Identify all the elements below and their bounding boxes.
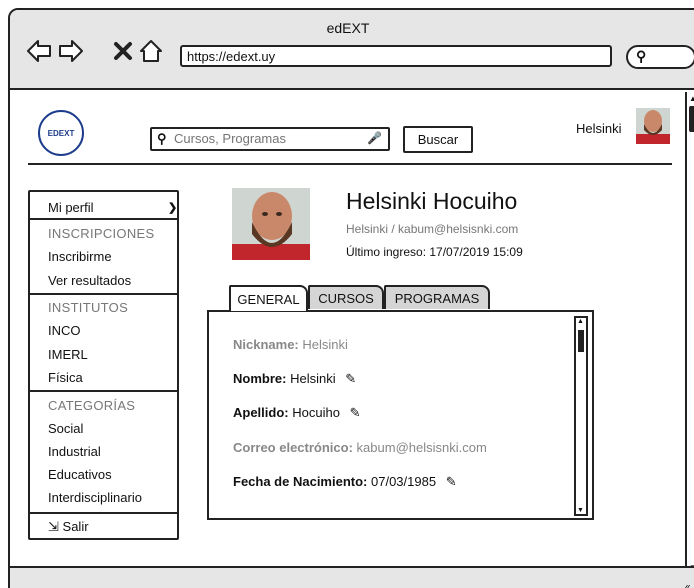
page-scrollbar[interactable]: ▲ ▼ bbox=[685, 92, 694, 574]
tab-general[interactable]: GENERAL bbox=[229, 285, 308, 311]
last-login: Último ingreso: 17/07/2019 15:09 bbox=[346, 245, 523, 259]
microphone-icon[interactable]: 🎤 bbox=[367, 131, 382, 145]
logo-text: EDEXT bbox=[47, 128, 75, 138]
sidebar-item-ver-resultados[interactable]: Ver resultados bbox=[48, 273, 131, 288]
sidebar-item-label: Salir bbox=[62, 519, 89, 534]
address-bar[interactable]: https://edext.uy bbox=[180, 45, 612, 67]
scroll-thumb[interactable] bbox=[689, 106, 694, 132]
header-divider bbox=[28, 163, 672, 165]
edit-icon[interactable]: ✎ bbox=[350, 405, 361, 421]
nickname-value: Helsinki bbox=[302, 337, 348, 352]
sign-out-icon: ⇲ bbox=[48, 519, 59, 534]
search-field[interactable]: ⚲ 🎤 bbox=[150, 127, 390, 151]
field-nombre: Nombre: Helsinki ✎ bbox=[233, 371, 356, 387]
general-panel: Nickname: Helsinki Nombre: Helsinki ✎ Ap… bbox=[207, 310, 594, 520]
profile-name: Helsinki Hocuiho bbox=[346, 188, 518, 214]
status-bar bbox=[10, 566, 694, 588]
sidebar-divider bbox=[30, 293, 177, 295]
fecha-label: Fecha de Nacimiento: bbox=[233, 474, 368, 489]
tab-programas[interactable]: PROGRAMAS bbox=[384, 285, 490, 309]
field-apellido: Apellido: Hocuiho ✎ bbox=[233, 405, 360, 421]
correo-label: Correo electrónico: bbox=[233, 440, 353, 455]
field-correo: Correo electrónico: kabum@helsisnki.com bbox=[233, 440, 487, 455]
sidebar-header-categorias: CATEGORÍAS bbox=[48, 398, 136, 413]
sidebar-item-industrial[interactable]: Industrial bbox=[48, 444, 101, 459]
edit-icon[interactable]: ✎ bbox=[345, 371, 356, 387]
close-icon[interactable] bbox=[110, 38, 136, 64]
search-icon: ⚲ bbox=[157, 131, 167, 146]
edext-logo[interactable]: EDEXT bbox=[38, 110, 84, 156]
browser-chrome: edEXT https://edext.uy ⚲ bbox=[10, 10, 694, 90]
chevron-right-icon[interactable]: ❯ bbox=[168, 201, 177, 214]
sidebar-item-social[interactable]: Social bbox=[48, 421, 83, 436]
field-fecha-nacimiento: Fecha de Nacimiento: 07/03/1985 ✎ bbox=[233, 474, 457, 490]
sidebar-header-inscripciones: INSCRIPCIONES bbox=[48, 226, 155, 241]
edit-icon[interactable]: ✎ bbox=[446, 474, 457, 490]
sidebar-item-interdisciplinario[interactable]: Interdisciplinario bbox=[48, 490, 142, 505]
sidebar-item-inco[interactable]: INCO bbox=[48, 323, 81, 338]
sidebar-item-imerl[interactable]: IMERL bbox=[48, 347, 88, 362]
apellido-value: Hocuiho bbox=[292, 405, 340, 420]
sidebar-item-inscribirme[interactable]: Inscribirme bbox=[48, 249, 112, 264]
window-title: edEXT bbox=[326, 20, 370, 36]
nombre-label: Nombre: bbox=[233, 371, 287, 386]
correo-value: kabum@helsisnki.com bbox=[356, 440, 487, 455]
sidebar-item-salir[interactable]: ⇲ Salir bbox=[48, 519, 89, 535]
nombre-value: Helsinki bbox=[290, 371, 336, 386]
scroll-up-icon[interactable]: ▲ bbox=[689, 94, 694, 103]
profile-subtitle: Helsinki / kabum@helsisnki.com bbox=[346, 222, 519, 236]
panel-scrollbar[interactable]: ▲ ▼ bbox=[574, 316, 588, 516]
home-icon[interactable] bbox=[138, 38, 164, 64]
apellido-label: Apellido: bbox=[233, 405, 289, 420]
nickname-label: Nickname: bbox=[233, 337, 299, 352]
scroll-thumb[interactable] bbox=[578, 330, 584, 352]
scroll-up-icon[interactable]: ▲ bbox=[577, 318, 584, 325]
sidebar-item-mi-perfil[interactable]: Mi perfil bbox=[48, 200, 94, 215]
tab-cursos[interactable]: CURSOS bbox=[308, 285, 384, 309]
search-icon: ⚲ bbox=[636, 48, 647, 64]
sidebar-item-educativos[interactable]: Educativos bbox=[48, 467, 112, 482]
fecha-value: 07/03/1985 bbox=[371, 474, 437, 489]
search-button[interactable]: Buscar bbox=[403, 126, 473, 153]
scroll-down-icon[interactable]: ▼ bbox=[577, 507, 584, 514]
browser-search-box[interactable]: ⚲ bbox=[626, 45, 694, 69]
avatar[interactable] bbox=[636, 108, 670, 144]
sidebar-divider bbox=[30, 218, 177, 220]
header-user-name[interactable]: Helsinki bbox=[576, 121, 622, 136]
back-arrow-icon[interactable] bbox=[26, 38, 52, 64]
field-nickname: Nickname: Helsinki bbox=[233, 337, 348, 352]
sidebar-divider bbox=[30, 512, 177, 514]
sidebar: Mi perfil ❯ INSCRIPCIONES Inscribirme Ve… bbox=[28, 190, 179, 540]
sidebar-divider bbox=[30, 390, 177, 392]
forward-arrow-icon[interactable] bbox=[58, 38, 84, 64]
sidebar-item-fisica[interactable]: Física bbox=[48, 370, 83, 385]
profile-photo bbox=[232, 188, 310, 260]
resize-handle-icon[interactable]: ∕∕ bbox=[684, 582, 688, 588]
sidebar-header-institutos: INSTITUTOS bbox=[48, 300, 129, 315]
search-input[interactable] bbox=[174, 131, 364, 146]
